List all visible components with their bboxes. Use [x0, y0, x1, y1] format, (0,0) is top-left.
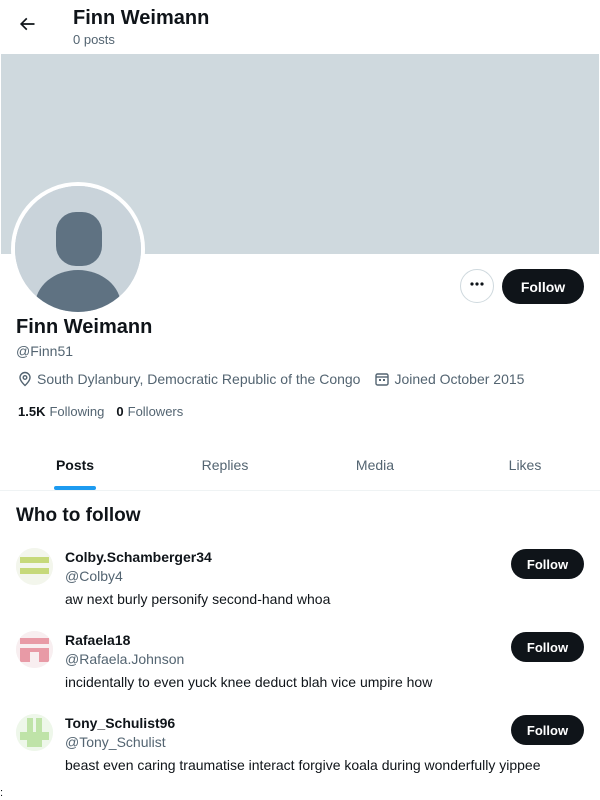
suggestion-item[interactable]: Colby.Schamberger34 @Colby4 aw next burl…: [0, 548, 600, 631]
more-options-button[interactable]: [460, 269, 494, 303]
who-to-follow-title: Who to follow: [16, 505, 141, 526]
location: South Dylanbury, Democratic Republic of …: [17, 371, 360, 387]
following-link[interactable]: 1.5K Following: [18, 404, 104, 419]
tab-posts[interactable]: Posts: [0, 440, 150, 490]
suggestion-follow-button[interactable]: Follow: [511, 549, 584, 579]
active-tab-indicator: [54, 486, 96, 490]
suggestion-handle: @Colby4: [65, 568, 123, 584]
following-count: 1.5K: [18, 404, 46, 419]
suggestion-follow-button[interactable]: Follow: [511, 632, 584, 662]
followers-link[interactable]: 0 Followers: [116, 404, 183, 419]
more-horizontal-icon: [469, 276, 485, 297]
profile-meta: South Dylanbury, Democratic Republic of …: [17, 369, 538, 389]
tab-media[interactable]: Media: [300, 440, 450, 490]
profile-tabs: Posts Replies Media Likes: [0, 440, 600, 491]
avatar[interactable]: [16, 631, 53, 668]
default-avatar-icon: [15, 186, 141, 312]
profile-avatar[interactable]: [11, 182, 145, 316]
tab-replies-label: Replies: [201, 457, 249, 473]
suggestion-bio: incidentally to even yuck knee deduct bl…: [65, 674, 433, 690]
page-title: Finn Weimann: [73, 7, 210, 29]
avatar[interactable]: [16, 548, 53, 585]
tab-likes[interactable]: Likes: [450, 440, 600, 490]
location-pin-icon: [17, 371, 33, 387]
suggestion-name[interactable]: Colby.Schamberger34: [65, 548, 212, 566]
profile-name: Finn Weimann: [16, 316, 153, 338]
profile-stats: 1.5K Following 0 Followers: [18, 404, 195, 419]
suggestion-item[interactable]: Rafaela18 @Rafaela.Johnson incidentally …: [0, 631, 600, 714]
suggestion-name[interactable]: Rafaela18: [65, 631, 130, 649]
profile-handle: @Finn51: [16, 343, 74, 359]
suggestion-bio: beast even caring traumatise interact fo…: [65, 757, 541, 773]
suggestion-follow-button[interactable]: Follow: [511, 715, 584, 745]
back-button[interactable]: [10, 9, 44, 43]
avatar[interactable]: [16, 714, 53, 751]
tab-replies[interactable]: Replies: [150, 440, 300, 490]
suggestion-handle: @Rafaela.Johnson: [65, 651, 185, 667]
calendar-icon: [374, 371, 390, 387]
join-date: Joined October 2015: [374, 371, 524, 387]
top-bar: Finn Weimann 0 posts: [0, 0, 600, 53]
join-date-text: Joined October 2015: [394, 371, 525, 387]
location-text: South Dylanbury, Democratic Republic of …: [37, 371, 361, 387]
stray-mark: :: [0, 787, 4, 799]
post-count: 0 posts: [73, 32, 115, 47]
follow-button[interactable]: Follow: [502, 269, 584, 304]
arrow-left-icon: [17, 14, 37, 39]
followers-count: 0: [116, 404, 124, 419]
suggestion-handle: @Tony_Schulist: [65, 734, 166, 750]
tab-media-label: Media: [355, 457, 395, 473]
tab-likes-label: Likes: [508, 457, 542, 473]
suggestion-bio: aw next burly personify second-hand whoa: [65, 591, 331, 607]
tab-posts-label: Posts: [55, 457, 95, 473]
following-label: Following: [49, 404, 105, 419]
followers-label: Followers: [127, 404, 184, 419]
suggestion-name[interactable]: Tony_Schulist96: [65, 714, 175, 732]
suggestion-item[interactable]: Tony_Schulist96 @Tony_Schulist beast eve…: [0, 714, 600, 797]
